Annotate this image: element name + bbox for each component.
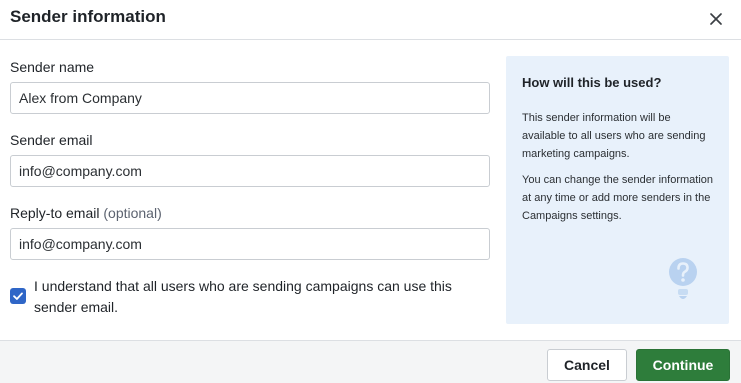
info-title: How will this be used? xyxy=(522,75,662,90)
reply-to-label-text: Reply-to email xyxy=(10,205,100,221)
checkmark-icon xyxy=(13,292,23,300)
consent-checkbox[interactable] xyxy=(10,288,26,304)
sender-name-label: Sender name xyxy=(10,59,95,75)
dialog-footer: Cancel Continue xyxy=(0,340,741,383)
sender-email-label: Sender email xyxy=(10,132,93,148)
continue-button[interactable]: Continue xyxy=(636,349,730,381)
sender-name-input[interactable] xyxy=(10,82,490,114)
dialog-title: Sender information xyxy=(10,7,166,26)
info-paragraph-1: This sender information will be availabl… xyxy=(522,112,706,160)
reply-to-input[interactable] xyxy=(10,228,490,260)
sender-information-dialog: Sender information Sender name Sender em… xyxy=(0,0,741,383)
question-bubble-icon xyxy=(669,258,697,299)
close-button[interactable] xyxy=(705,8,727,30)
cancel-button[interactable]: Cancel xyxy=(547,349,627,381)
reply-to-label: Reply-to email (optional) xyxy=(10,205,162,221)
dialog-header: Sender information xyxy=(0,0,741,40)
info-panel: How will this be used? This sender infor… xyxy=(506,56,729,324)
consent-text: I understand that all users who are send… xyxy=(34,278,452,315)
close-icon xyxy=(710,13,722,25)
optional-hint: (optional) xyxy=(103,205,162,221)
sender-email-input[interactable] xyxy=(10,155,490,187)
info-paragraph-2: You can change the sender information at… xyxy=(522,174,714,222)
